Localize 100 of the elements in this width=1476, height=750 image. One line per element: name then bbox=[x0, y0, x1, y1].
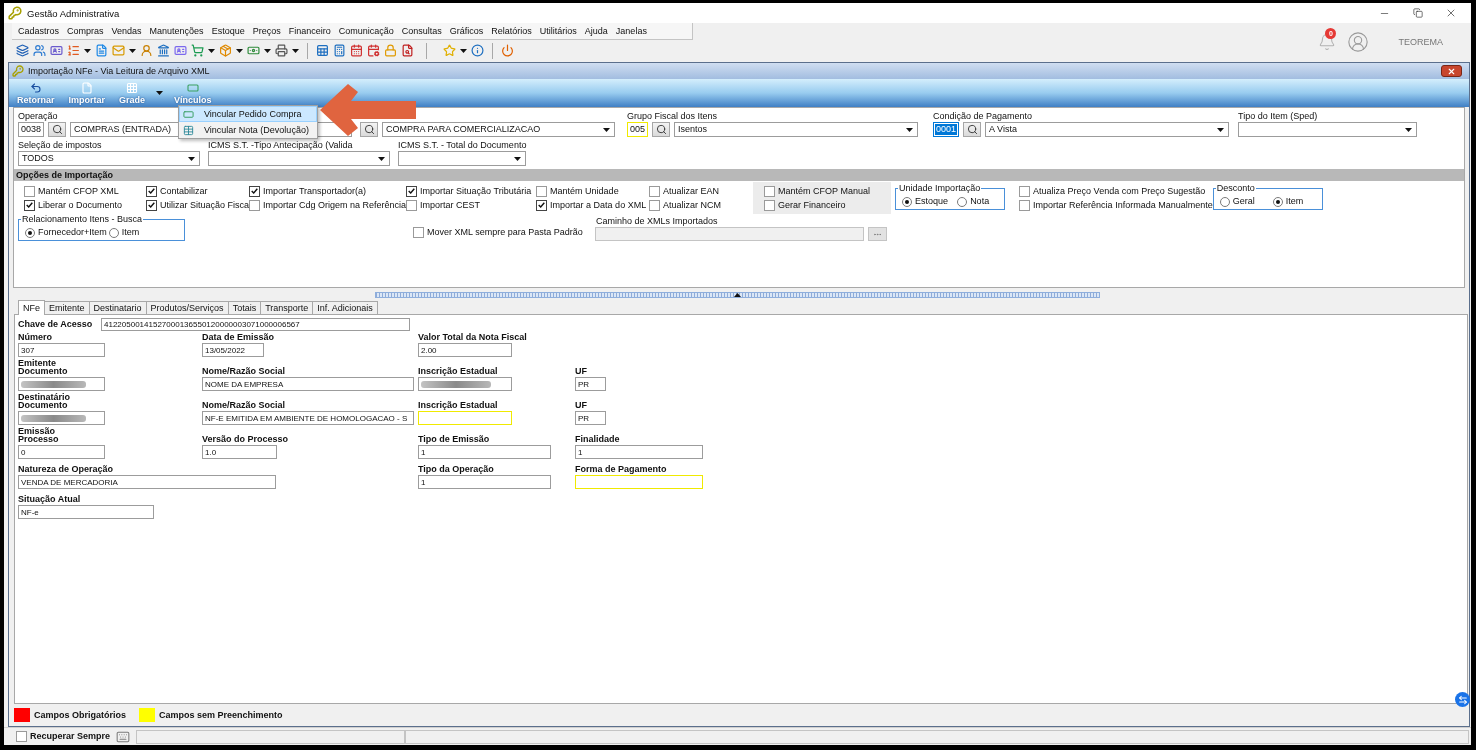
tab[interactable]: NFe bbox=[18, 300, 45, 315]
checkbox[interactable] bbox=[1019, 199, 1031, 211]
tab[interactable]: Totais bbox=[227, 301, 262, 314]
caret-down-icon[interactable] bbox=[460, 48, 467, 53]
tab[interactable]: Transporte bbox=[260, 301, 314, 314]
text-field[interactable]: 13/05/2022 bbox=[202, 343, 264, 357]
text-field[interactable]: NF-E EMITIDA EM AMBIENTE DE HOMOLOGACAO - S bbox=[202, 411, 414, 425]
calendar-gear-icon[interactable] bbox=[367, 44, 380, 57]
radio-button[interactable] bbox=[25, 227, 35, 238]
menu-item[interactable]: Financeiro bbox=[288, 25, 331, 37]
text-field[interactable]: 0 bbox=[18, 445, 105, 459]
checkbox[interactable] bbox=[146, 199, 157, 211]
person-icon[interactable] bbox=[140, 44, 153, 57]
menu-item[interactable]: Preços bbox=[252, 25, 281, 37]
bank-icon[interactable] bbox=[157, 44, 170, 57]
checkbox[interactable] bbox=[1019, 185, 1031, 197]
caret-down-icon[interactable] bbox=[236, 48, 243, 53]
spreadsheet-icon[interactable] bbox=[316, 44, 329, 57]
radio-button[interactable] bbox=[1272, 196, 1283, 207]
checkbox[interactable] bbox=[249, 199, 261, 211]
info-icon[interactable] bbox=[471, 44, 484, 57]
document-search-icon[interactable] bbox=[401, 44, 414, 57]
layers-icon[interactable] bbox=[16, 44, 29, 57]
text-field[interactable]: PR bbox=[575, 411, 606, 425]
checkbox[interactable] bbox=[24, 199, 35, 211]
tab[interactable]: Produtos/Serviços bbox=[145, 301, 229, 314]
text-field[interactable]: NOME DA EMPRESA bbox=[202, 377, 414, 391]
checkbox[interactable] bbox=[536, 185, 548, 197]
search-button[interactable] bbox=[652, 122, 671, 137]
code-field[interactable]: 0038 bbox=[18, 122, 45, 137]
menu-item[interactable]: Janelas bbox=[615, 25, 647, 37]
text-field[interactable] bbox=[418, 377, 512, 391]
tab[interactable]: Destinatario bbox=[88, 301, 147, 314]
radio-button[interactable] bbox=[957, 196, 968, 207]
caret-down-icon[interactable] bbox=[264, 48, 271, 53]
caret-down-icon[interactable] bbox=[84, 48, 91, 53]
box-icon[interactable] bbox=[219, 44, 232, 57]
checkbox[interactable] bbox=[406, 185, 418, 197]
checkbox[interactable] bbox=[146, 185, 157, 197]
caret-down-icon[interactable] bbox=[156, 91, 164, 95]
menu-item[interactable]: Utilitários bbox=[539, 25, 577, 37]
bell-icon[interactable] bbox=[1318, 33, 1337, 51]
menu-item[interactable]: Vincular Nota (Devolução) bbox=[179, 122, 317, 138]
tab[interactable]: Inf. Adicionais bbox=[312, 301, 378, 314]
caret-down-icon[interactable] bbox=[292, 48, 299, 53]
keyboard-icon[interactable] bbox=[116, 729, 130, 744]
splitter-bar[interactable] bbox=[375, 292, 1100, 298]
checkbox[interactable] bbox=[764, 199, 776, 211]
text-field[interactable]: 1 bbox=[418, 475, 551, 489]
code-field[interactable]: 0001 bbox=[933, 122, 960, 137]
text-field[interactable] bbox=[18, 377, 105, 391]
text-field[interactable]: 1 bbox=[418, 445, 551, 459]
dropdown-field[interactable]: COMPRA PARA COMERCIALIZACAO bbox=[382, 122, 615, 137]
document-icon[interactable] bbox=[95, 44, 108, 57]
checkbox[interactable] bbox=[24, 185, 35, 197]
calculator-icon[interactable] bbox=[333, 44, 346, 57]
menu-item[interactable]: Relatórios bbox=[491, 25, 532, 37]
dropdown-field[interactable]: TODOS bbox=[18, 151, 200, 166]
radio-button[interactable] bbox=[108, 227, 119, 238]
menu-item[interactable]: Comunicação bbox=[338, 25, 394, 37]
text-field[interactable]: PR bbox=[575, 377, 606, 391]
printer-icon[interactable] bbox=[275, 44, 288, 57]
search-button[interactable] bbox=[360, 122, 378, 137]
menu-item[interactable]: Cadastros bbox=[18, 25, 60, 37]
id-card-icon[interactable] bbox=[50, 44, 63, 57]
checkbox[interactable] bbox=[649, 199, 661, 211]
code-field[interactable]: 005 bbox=[627, 122, 649, 137]
dropdown-field[interactable]: Isentos bbox=[674, 122, 918, 137]
text-field[interactable] bbox=[18, 411, 105, 425]
dropdown-field[interactable] bbox=[398, 151, 526, 166]
menu-item[interactable]: Consultas bbox=[401, 25, 442, 37]
menu-item[interactable]: Vendas bbox=[111, 25, 142, 37]
caret-down-icon[interactable] bbox=[129, 48, 136, 53]
dropdown-field[interactable] bbox=[208, 151, 390, 166]
search-button[interactable] bbox=[48, 122, 67, 137]
list-icon[interactable] bbox=[67, 44, 80, 57]
checkbox[interactable] bbox=[764, 185, 776, 197]
radio-button[interactable] bbox=[1219, 196, 1230, 207]
text-field[interactable]: 2.00 bbox=[418, 343, 512, 357]
tab[interactable]: Emitente bbox=[44, 301, 90, 314]
checkbox[interactable] bbox=[413, 226, 424, 238]
cart-icon[interactable] bbox=[191, 44, 204, 57]
radio-button[interactable] bbox=[902, 196, 913, 207]
checkbox[interactable] bbox=[249, 185, 261, 197]
search-button[interactable] bbox=[963, 122, 982, 137]
star-icon[interactable] bbox=[443, 44, 456, 57]
checkbox[interactable] bbox=[406, 199, 418, 211]
id-card-icon[interactable] bbox=[174, 44, 187, 57]
text-field[interactable]: 307 bbox=[18, 343, 105, 357]
banknote-icon[interactable] bbox=[247, 44, 260, 57]
dropdown-field[interactable] bbox=[1238, 122, 1417, 137]
menu-item[interactable]: Estoque bbox=[211, 25, 245, 37]
user-icon[interactable] bbox=[1347, 31, 1370, 53]
text-field[interactable]: VENDA DE MERCADORIA bbox=[18, 475, 276, 489]
power-icon[interactable] bbox=[501, 44, 514, 57]
text-field[interactable]: 1 bbox=[575, 445, 703, 459]
people-icon[interactable] bbox=[33, 44, 46, 57]
caret-down-icon[interactable] bbox=[208, 48, 215, 53]
checkbox[interactable] bbox=[536, 199, 548, 211]
close-button[interactable] bbox=[1441, 65, 1462, 77]
